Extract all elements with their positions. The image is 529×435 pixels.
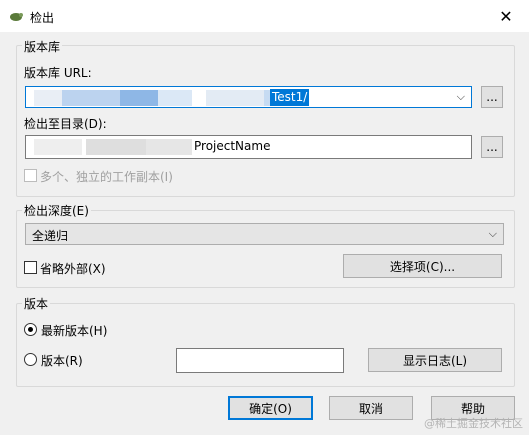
title-bar	[0, 0, 529, 32]
depth-group-label: 检出深度(E)	[22, 202, 91, 219]
blurred-text	[62, 90, 120, 106]
revision-group	[16, 303, 515, 387]
omit-externals-checkbox[interactable]	[24, 261, 37, 274]
specific-revision-label: 版本(R)	[41, 354, 83, 368]
options-button[interactable]: 选择项(C)...	[343, 254, 502, 278]
revision-group-label: 版本	[22, 295, 51, 312]
url-selected-text: Test1/	[270, 89, 310, 106]
multiple-copies-checkbox[interactable]	[24, 169, 37, 182]
repository-group-label: 版本库	[22, 38, 63, 55]
revision-input[interactable]	[176, 348, 344, 373]
blurred-text	[120, 90, 158, 106]
blurred-text	[34, 90, 62, 106]
chevron-down-icon: ⌵	[488, 227, 497, 240]
head-revision-label: 最新版本(H)	[41, 324, 108, 338]
checkout-dir-value: ProjectName	[194, 139, 271, 153]
show-log-button[interactable]: 显示日志(L)	[368, 348, 502, 372]
url-combo[interactable]: Test1/ ⌵	[25, 86, 472, 108]
close-button[interactable]: ✕	[483, 0, 529, 32]
window-title: 检出	[30, 11, 55, 25]
checkout-dir-label: 检出至目录(D):	[24, 117, 107, 131]
blurred-text	[206, 90, 264, 106]
checkout-dir-browse-button[interactable]: ...	[481, 136, 503, 158]
tortoise-icon	[10, 13, 23, 21]
blurred-text	[146, 139, 192, 155]
watermark-text: @稀土掘金技术社区	[424, 417, 523, 430]
close-icon: ✕	[499, 6, 513, 26]
depth-selected-value: 全递归	[32, 229, 69, 243]
checkout-dir-input[interactable]: ProjectName	[25, 135, 472, 159]
blurred-text	[86, 139, 146, 155]
head-revision-radio[interactable]	[24, 323, 37, 336]
url-browse-button[interactable]: ...	[481, 86, 503, 108]
omit-externals-label: 省略外部(X)	[40, 262, 106, 276]
specific-revision-radio[interactable]	[24, 353, 37, 366]
depth-select[interactable]: 全递归 ⌵	[25, 223, 504, 245]
blurred-text	[158, 90, 192, 106]
url-label: 版本库 URL:	[24, 66, 92, 80]
ok-button[interactable]: 确定(O)	[228, 396, 313, 420]
cancel-button[interactable]: 取消	[329, 396, 413, 420]
multiple-copies-label: 多个、独立的工作副本(I)	[40, 170, 173, 184]
blurred-text	[34, 139, 82, 155]
chevron-down-icon: ⌵	[456, 90, 465, 103]
